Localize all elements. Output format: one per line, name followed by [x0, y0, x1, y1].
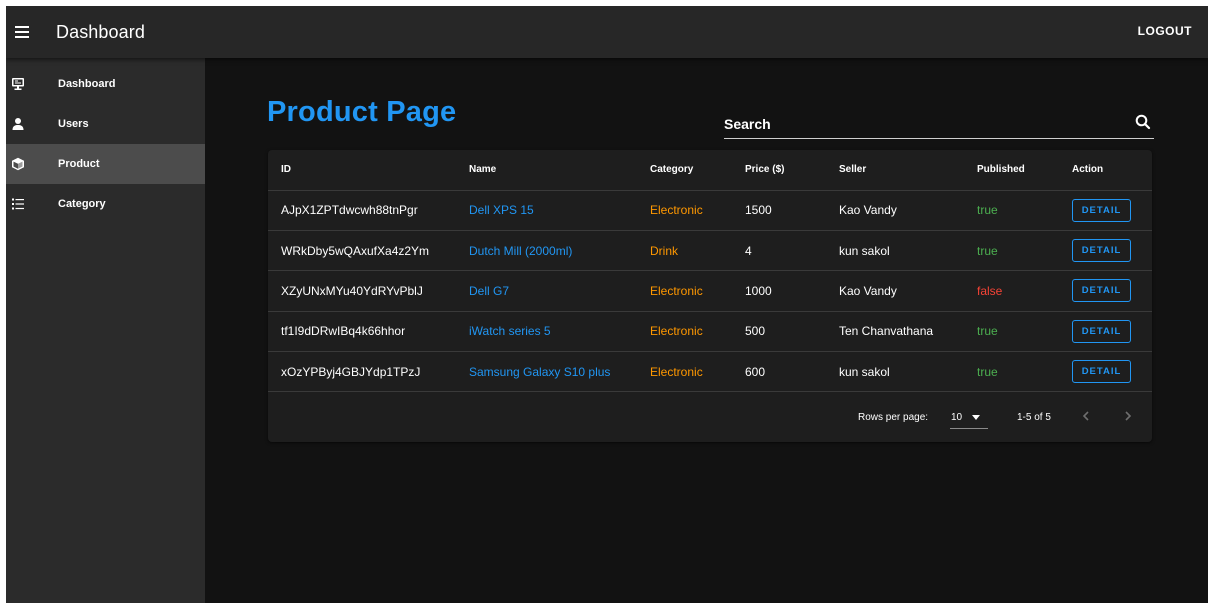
column-header-published[interactable]: Published — [964, 150, 1059, 191]
chevron-left-icon[interactable] — [1076, 406, 1096, 426]
cell-category: Electronic — [637, 190, 732, 231]
cell-category: Drink — [637, 230, 732, 272]
cell-published: true — [964, 230, 1059, 272]
cell-action: DETAIL — [1059, 230, 1152, 272]
search-icon[interactable] — [1134, 113, 1152, 131]
sidebar-item-label: Product — [58, 158, 100, 170]
cell-published: true — [964, 351, 1059, 393]
cell-published: true — [964, 190, 1059, 231]
sidebar-item-label: Dashboard — [58, 78, 116, 90]
logout-button[interactable]: LOGOUT — [1134, 20, 1196, 42]
table-row: XZyUNxMYu40YdRYvPblJ Dell G7 Electronic … — [268, 270, 1152, 312]
rows-per-page-value: 10 — [951, 412, 963, 423]
chevron-right-icon[interactable] — [1118, 406, 1138, 426]
sidebar-item-category[interactable]: Category — [6, 184, 205, 224]
sidebar-item-product[interactable]: Product — [6, 144, 205, 184]
column-header-name[interactable]: Name — [456, 150, 637, 191]
cell-price: 4 — [732, 230, 826, 272]
cell-price: 600 — [732, 351, 826, 393]
main-content: Product Page ID Name Category Price ($) — [205, 58, 1208, 603]
table-pagination: Rows per page: 10 1-5 of 5 — [268, 392, 1152, 442]
cell-id: xOzYPByj4GBJYdp1TPzJ — [268, 351, 456, 393]
cell-id: tf1I9dDRwIBq4k66hhor — [268, 311, 456, 353]
app-title: Dashboard — [56, 21, 145, 42]
sidebar-item-label: Category — [58, 198, 106, 210]
table-row: AJpX1ZPTdwcwh88tnPgr Dell XPS 15 Electro… — [268, 190, 1152, 231]
cell-seller: Kao Vandy — [826, 190, 964, 231]
cell-price: 500 — [732, 311, 826, 353]
app-window: Dashboard LOGOUT Dashboard Users Product… — [6, 6, 1208, 603]
pagination-range: 1-5 of 5 — [1017, 412, 1051, 423]
table-row: xOzYPByj4GBJYdp1TPzJ Samsung Galaxy S10 … — [268, 351, 1152, 393]
product-name-link[interactable]: Dutch Mill (2000ml) — [456, 230, 637, 272]
column-header-action: Action — [1059, 150, 1152, 191]
sidebar-item-label: Users — [58, 118, 89, 130]
search-field — [724, 109, 1154, 139]
rows-per-page-select[interactable]: 10 — [950, 405, 988, 429]
product-name-link[interactable]: Dell XPS 15 — [456, 190, 637, 231]
column-header-id[interactable]: ID — [268, 150, 456, 191]
detail-button[interactable]: DETAIL — [1072, 239, 1131, 263]
detail-button[interactable]: DETAIL — [1072, 198, 1131, 222]
monitor-icon — [11, 77, 25, 91]
product-name-link[interactable]: Dell G7 — [456, 270, 637, 312]
search-input[interactable] — [724, 113, 1104, 135]
cell-price: 1000 — [732, 270, 826, 312]
cell-seller: Ten Chanvathana — [826, 311, 964, 353]
cell-price: 1500 — [732, 190, 826, 231]
cell-seller: kun sakol — [826, 230, 964, 272]
page-title: Product Page — [267, 96, 457, 128]
table-row: tf1I9dDRwIBq4k66hhor iWatch series 5 Ele… — [268, 311, 1152, 353]
cube-icon — [11, 157, 25, 171]
menu-icon[interactable] — [9, 19, 35, 45]
table-header-row: ID Name Category Price ($) Seller Publis… — [268, 150, 1152, 191]
cell-published: false — [964, 270, 1059, 312]
cell-category: Electronic — [637, 311, 732, 353]
cell-seller: kun sakol — [826, 351, 964, 393]
sidebar-item-users[interactable]: Users — [6, 104, 205, 144]
cell-id: WRkDby5wQAxufXa4z2Ym — [268, 230, 456, 272]
column-header-price[interactable]: Price ($) — [732, 150, 826, 191]
user-icon — [11, 117, 25, 131]
cell-action: DETAIL — [1059, 190, 1152, 231]
cell-action: DETAIL — [1059, 311, 1152, 353]
rows-per-page-label: Rows per page: — [858, 412, 929, 423]
cell-category: Electronic — [637, 351, 732, 393]
product-name-link[interactable]: Samsung Galaxy S10 plus — [456, 351, 637, 393]
column-header-category[interactable]: Category — [637, 150, 732, 191]
cell-action: DETAIL — [1059, 351, 1152, 393]
detail-button[interactable]: DETAIL — [1072, 319, 1131, 343]
table-row: WRkDby5wQAxufXa4z2Ym Dutch Mill (2000ml)… — [268, 230, 1152, 272]
product-table: ID Name Category Price ($) Seller Publis… — [268, 150, 1152, 442]
cell-id: XZyUNxMYu40YdRYvPblJ — [268, 270, 456, 312]
sidebar: Dashboard Users Product Category — [6, 58, 205, 603]
caret-down-icon — [972, 415, 980, 420]
app-bar: Dashboard LOGOUT — [6, 6, 1208, 58]
list-icon — [11, 197, 25, 211]
product-name-link[interactable]: iWatch series 5 — [456, 311, 637, 353]
cell-action: DETAIL — [1059, 270, 1152, 312]
column-header-seller[interactable]: Seller — [826, 150, 964, 191]
detail-button[interactable]: DETAIL — [1072, 360, 1131, 384]
cell-published: true — [964, 311, 1059, 353]
sidebar-item-dashboard[interactable]: Dashboard — [6, 64, 205, 104]
cell-id: AJpX1ZPTdwcwh88tnPgr — [268, 190, 456, 231]
cell-category: Electronic — [637, 270, 732, 312]
cell-seller: Kao Vandy — [826, 270, 964, 312]
detail-button[interactable]: DETAIL — [1072, 279, 1131, 303]
